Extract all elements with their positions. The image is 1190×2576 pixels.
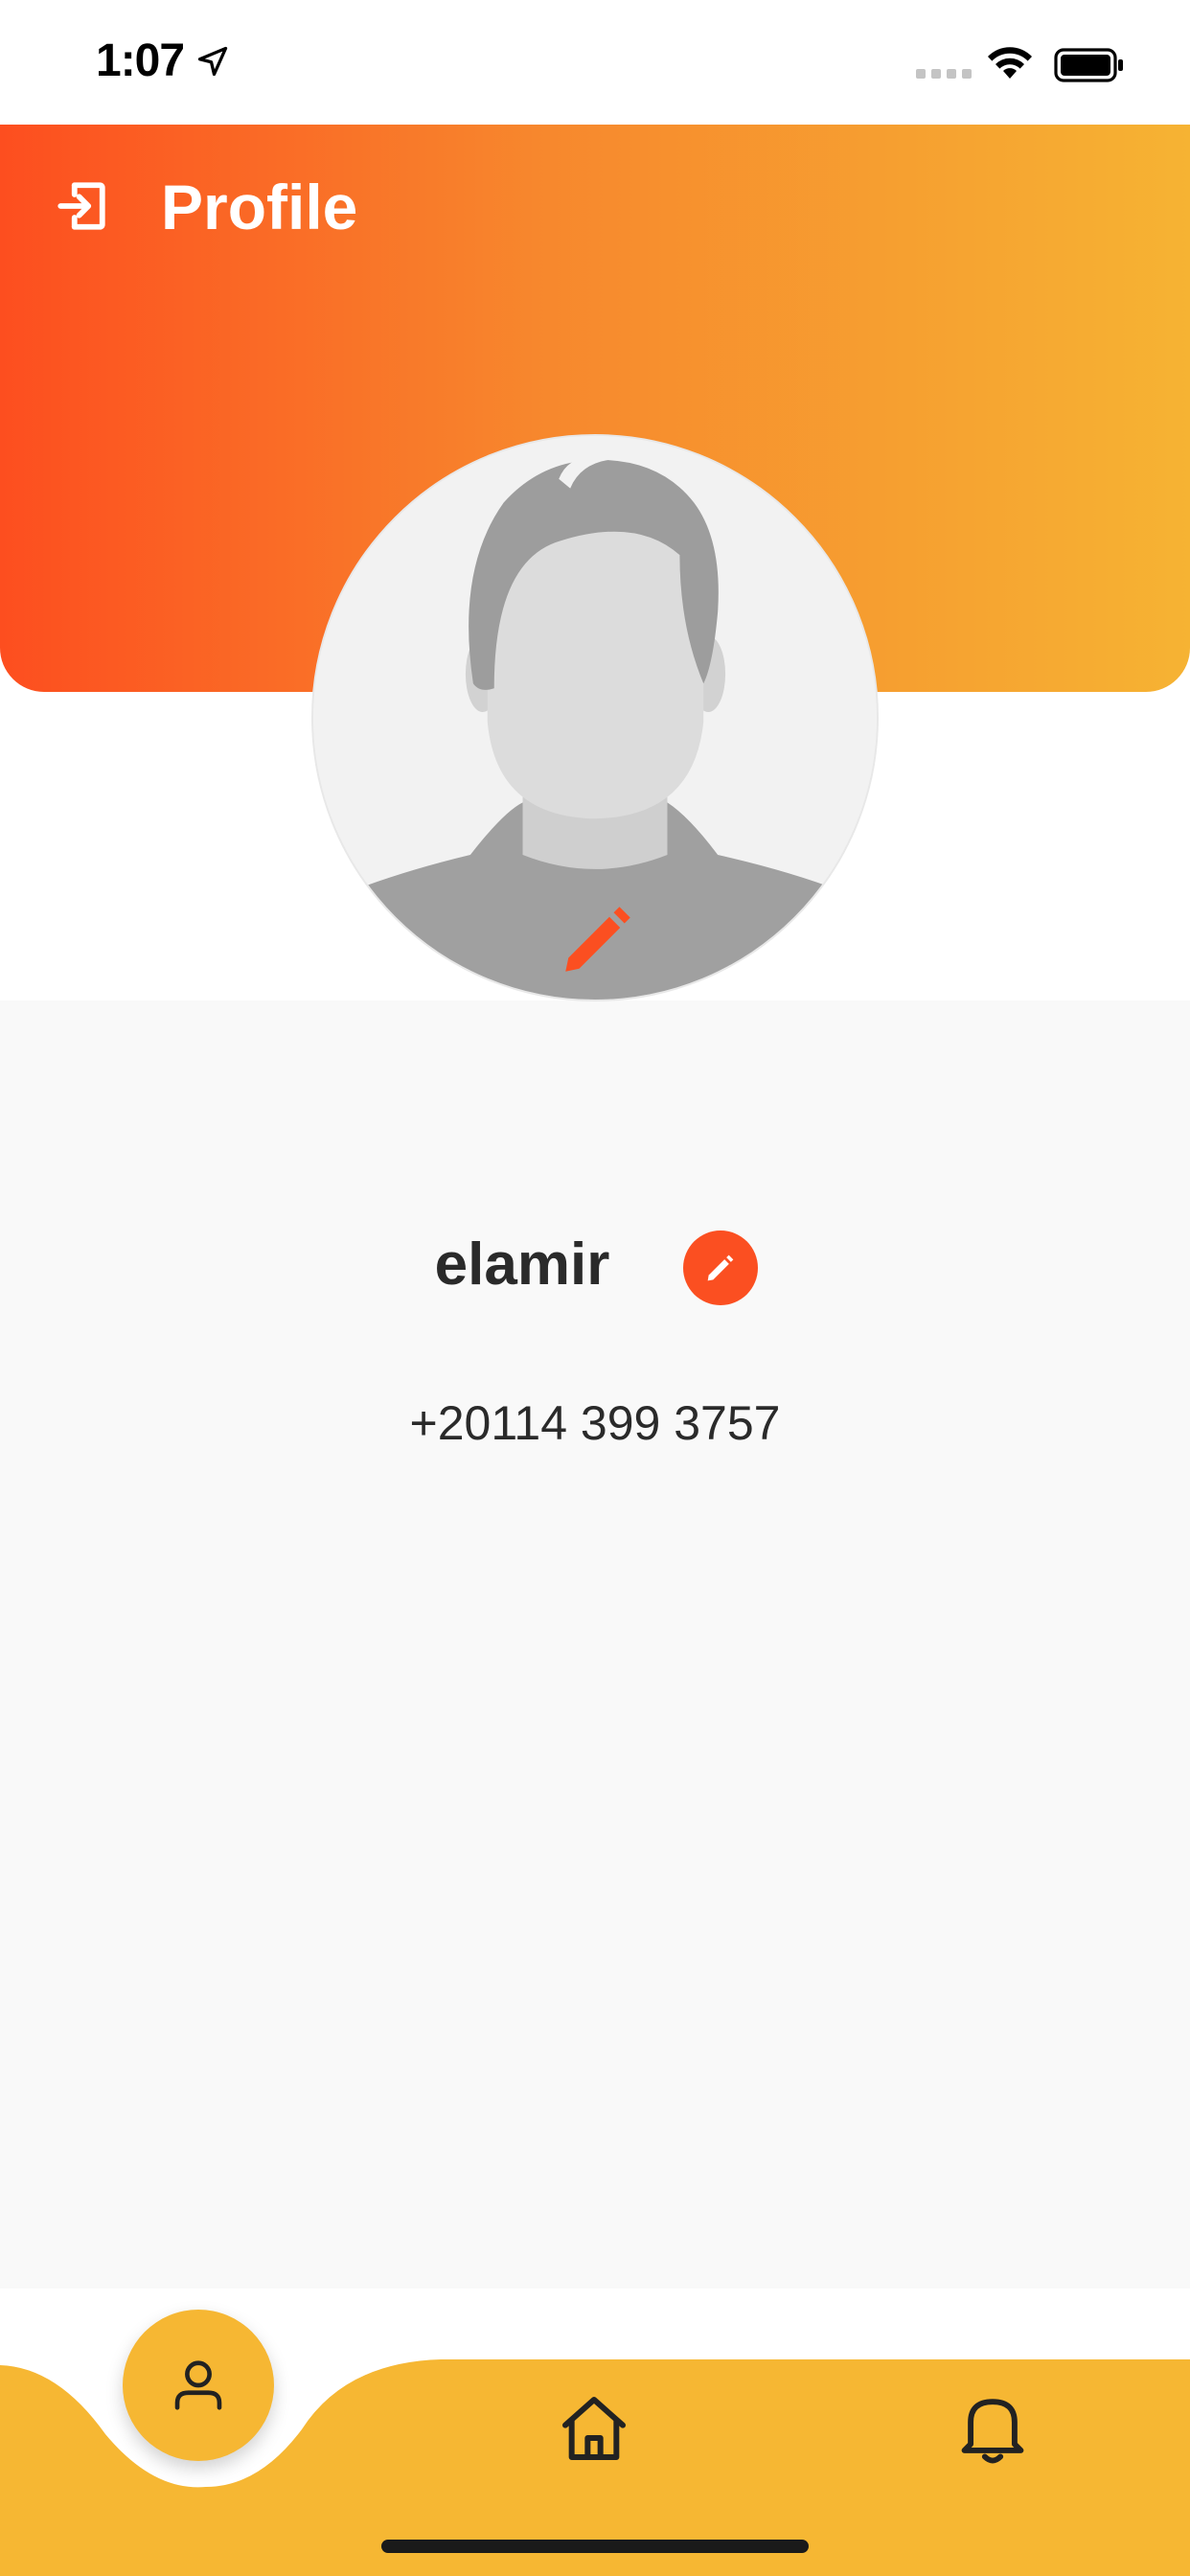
- profile-content: [0, 1000, 1190, 2288]
- bell-icon[interactable]: [958, 2390, 1027, 2467]
- avatar[interactable]: [311, 434, 879, 1001]
- battery-icon: [1054, 48, 1123, 82]
- user-icon: [174, 2360, 222, 2410]
- wifi-icon: [988, 47, 1032, 79]
- location-arrow-icon: [197, 46, 228, 77]
- page-title: Profile: [161, 172, 358, 242]
- edit-name-button[interactable]: [683, 1230, 758, 1305]
- user-phone: +20114 399 3757: [409, 1396, 781, 1450]
- signal-icon: [916, 69, 972, 79]
- status-bar: 1:07: [0, 0, 1190, 125]
- pencil-icon: [707, 1254, 734, 1281]
- logout-icon[interactable]: [54, 178, 109, 234]
- avatar-edit-pencil-icon[interactable]: [555, 896, 641, 982]
- status-time: 1:07: [96, 35, 185, 86]
- home-indicator: [381, 2540, 809, 2553]
- nav-profile-button[interactable]: [123, 2310, 274, 2461]
- home-icon[interactable]: [556, 2390, 632, 2467]
- user-name: elamir: [434, 1231, 610, 1298]
